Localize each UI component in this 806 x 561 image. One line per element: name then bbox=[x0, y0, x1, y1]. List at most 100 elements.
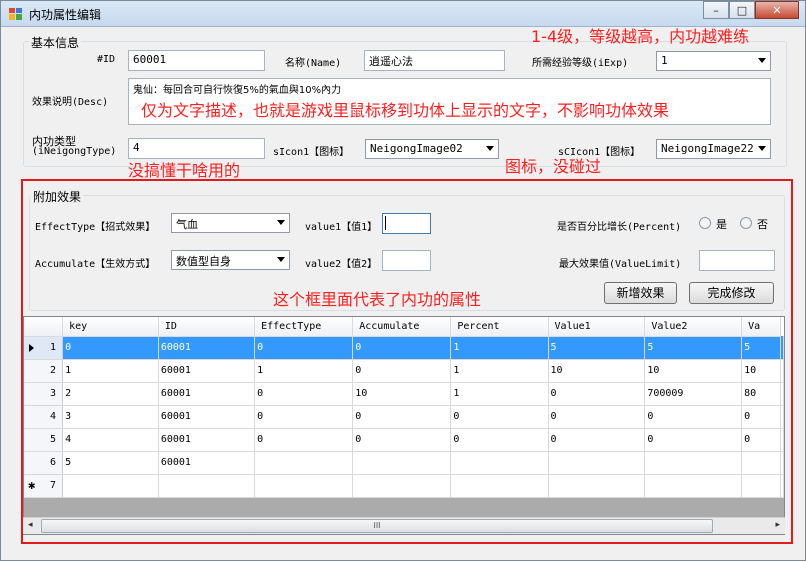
table-cell[interactable]: 1 bbox=[254, 359, 354, 383]
table-cell[interactable]: 3 bbox=[62, 405, 159, 429]
table-cell[interactable]: 5 bbox=[548, 336, 646, 360]
effects-grid[interactable]: key ID EffectType Accumulate Percent Value1 Va… bbox=[23, 316, 785, 535]
id-field[interactable]: 60001 bbox=[128, 50, 265, 71]
table-cell[interactable]: 0 bbox=[352, 428, 452, 452]
accumulate-select[interactable]: 数值型自身 bbox=[171, 250, 290, 270]
name-field[interactable]: 逍遥心法 bbox=[364, 50, 505, 71]
column-header[interactable]: ID bbox=[158, 317, 256, 337]
table-cell[interactable] bbox=[741, 474, 781, 498]
finish-edit-button[interactable]: 完成修改 bbox=[689, 282, 774, 304]
row-header[interactable]: 2 bbox=[24, 359, 64, 383]
table-cell[interactable] bbox=[548, 451, 646, 475]
table-cell[interactable]: 0 bbox=[352, 359, 452, 383]
table-row[interactable]: 5 4 60001 0 0 0 0 0 0 bbox=[24, 428, 784, 452]
table-cell[interactable] bbox=[254, 451, 354, 475]
table-cell[interactable]: 10 bbox=[352, 382, 452, 406]
exp-select[interactable]: 1 bbox=[656, 51, 771, 71]
table-cell[interactable] bbox=[254, 474, 354, 498]
column-header[interactable]: Va bbox=[741, 317, 781, 337]
table-cell[interactable]: 10 bbox=[548, 359, 646, 383]
table-cell[interactable]: 4 bbox=[62, 428, 159, 452]
table-cell[interactable]: 5 bbox=[741, 336, 781, 360]
table-cell[interactable]: 80 bbox=[741, 382, 781, 406]
table-cell[interactable]: 0 bbox=[644, 405, 743, 429]
scroll-right-icon[interactable]: ▸ bbox=[775, 520, 780, 530]
table-cell[interactable]: 10 bbox=[741, 359, 781, 383]
table-cell[interactable]: 60001 bbox=[158, 359, 256, 383]
table-cell[interactable]: 60001 bbox=[158, 451, 256, 475]
table-cell[interactable]: 0 bbox=[352, 405, 452, 429]
table-row[interactable]: 1 0 60001 0 0 1 5 5 5 bbox=[24, 336, 784, 360]
column-header[interactable]: Accumulate bbox=[352, 317, 452, 337]
value1-field[interactable] bbox=[382, 213, 431, 234]
percent-no-radio[interactable] bbox=[740, 217, 752, 229]
add-effect-button[interactable]: 新增效果 bbox=[604, 282, 677, 304]
table-cell[interactable]: 60001 bbox=[158, 382, 256, 406]
effect-type-select[interactable]: 气血 bbox=[171, 213, 290, 233]
table-cell[interactable]: 60001 bbox=[158, 428, 256, 452]
row-header[interactable]: 6 bbox=[24, 451, 64, 475]
table-cell[interactable]: 0 bbox=[741, 405, 781, 429]
column-header[interactable]: Percent bbox=[450, 317, 549, 337]
table-cell[interactable]: 60001 bbox=[158, 405, 256, 429]
value2-field[interactable] bbox=[382, 250, 431, 271]
table-row[interactable]: 2 1 60001 1 0 1 10 10 10 bbox=[24, 359, 784, 383]
scicon-select[interactable]: NeigongImage22 bbox=[656, 139, 771, 159]
table-cell[interactable]: 1 bbox=[450, 382, 549, 406]
table-cell[interactable]: 2 bbox=[62, 382, 159, 406]
table-cell[interactable]: 1 bbox=[62, 359, 159, 383]
row-header[interactable]: 3 bbox=[24, 382, 64, 406]
scroll-thumb[interactable]: III bbox=[41, 519, 713, 533]
table-row[interactable]: 6 5 60001 bbox=[24, 451, 784, 475]
percent-yes-radio[interactable] bbox=[699, 217, 711, 229]
table-cell[interactable] bbox=[741, 451, 781, 475]
table-cell[interactable]: 0 bbox=[62, 336, 159, 360]
table-cell[interactable] bbox=[644, 451, 743, 475]
column-header[interactable]: Value1 bbox=[548, 317, 646, 337]
type-field[interactable]: 4 bbox=[128, 138, 265, 159]
scroll-left-icon[interactable]: ◂ bbox=[28, 520, 33, 530]
column-header[interactable]: Value2 bbox=[644, 317, 743, 337]
table-row[interactable]: ✱ 7 bbox=[24, 474, 784, 498]
table-cell[interactable]: 700009 bbox=[644, 382, 743, 406]
sicon-select[interactable]: NeigongImage02 bbox=[365, 139, 499, 159]
table-cell[interactable]: 1 bbox=[450, 359, 549, 383]
table-cell[interactable] bbox=[450, 474, 549, 498]
value-limit-field[interactable] bbox=[699, 250, 775, 271]
close-button[interactable]: ✕ bbox=[755, 1, 799, 19]
table-cell[interactable] bbox=[352, 451, 452, 475]
table-cell[interactable]: 60001 bbox=[158, 336, 256, 360]
row-header[interactable]: ✱ 7 bbox=[24, 474, 64, 498]
table-cell[interactable] bbox=[450, 451, 549, 475]
table-cell[interactable] bbox=[548, 474, 646, 498]
table-cell[interactable] bbox=[62, 474, 159, 498]
minimize-button[interactable]: – bbox=[703, 1, 729, 19]
row-header[interactable]: 4 bbox=[24, 405, 64, 429]
table-cell[interactable]: 0 bbox=[548, 428, 646, 452]
table-cell[interactable] bbox=[352, 474, 452, 498]
table-cell[interactable]: 0 bbox=[548, 382, 646, 406]
table-cell[interactable]: 0 bbox=[352, 336, 452, 360]
table-cell[interactable]: 0 bbox=[741, 428, 781, 452]
table-cell[interactable]: 5 bbox=[62, 451, 159, 475]
row-header[interactable]: 1 bbox=[24, 336, 64, 360]
table-cell[interactable]: 1 bbox=[450, 336, 549, 360]
horizontal-scrollbar[interactable]: ◂ III ▸ bbox=[23, 517, 785, 534]
table-cell[interactable]: 0 bbox=[450, 405, 549, 429]
maximize-button[interactable]: □ bbox=[729, 1, 755, 19]
table-cell[interactable] bbox=[644, 474, 743, 498]
column-header[interactable]: EffectType bbox=[254, 317, 354, 337]
table-cell[interactable]: 0 bbox=[644, 428, 743, 452]
table-cell[interactable]: 0 bbox=[548, 405, 646, 429]
column-header[interactable]: key bbox=[62, 317, 159, 337]
table-cell[interactable] bbox=[158, 474, 256, 498]
table-cell[interactable]: 5 bbox=[644, 336, 743, 360]
table-cell[interactable]: 10 bbox=[644, 359, 743, 383]
table-cell[interactable]: 0 bbox=[450, 428, 549, 452]
row-header[interactable]: 5 bbox=[24, 428, 64, 452]
table-cell[interactable]: 0 bbox=[254, 382, 354, 406]
table-cell[interactable]: 0 bbox=[254, 336, 354, 360]
table-cell[interactable]: 0 bbox=[254, 405, 354, 429]
table-row[interactable]: 3 2 60001 0 10 1 0 700009 80 bbox=[24, 382, 784, 406]
table-cell[interactable]: 0 bbox=[254, 428, 354, 452]
